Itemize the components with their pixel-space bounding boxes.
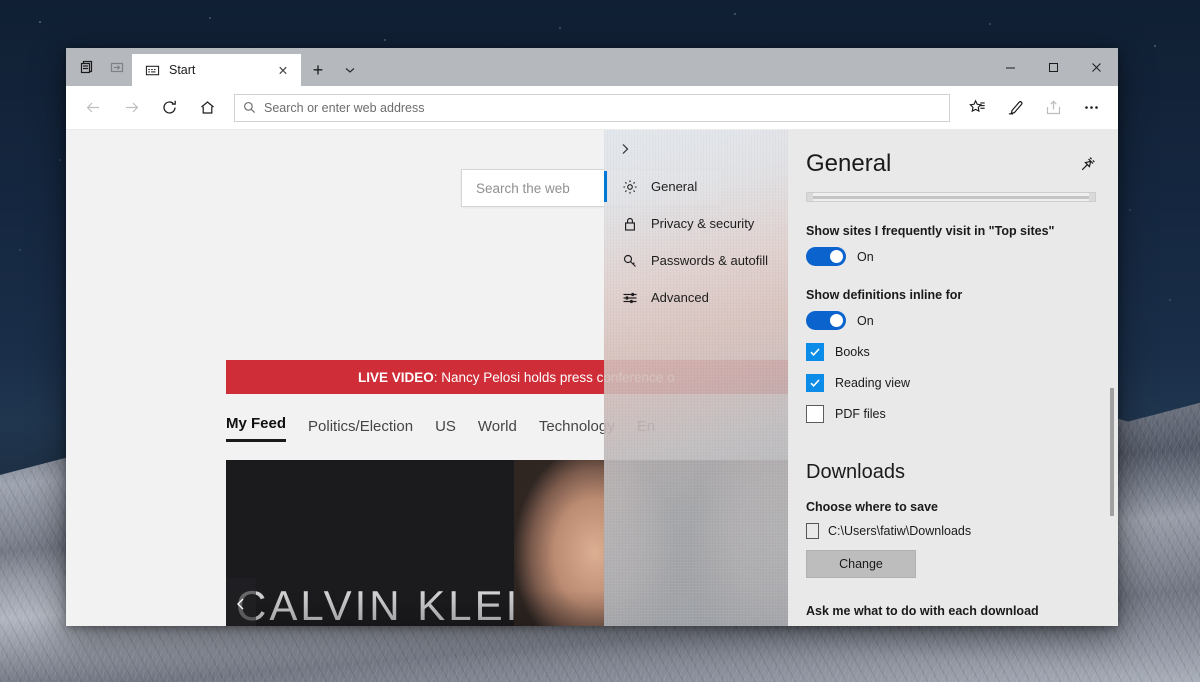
settings-title-row: General bbox=[806, 150, 1096, 178]
key-icon bbox=[621, 252, 638, 269]
feed-tab-world[interactable]: World bbox=[478, 418, 517, 442]
checkbox-row-pdf-files[interactable]: PDF files bbox=[806, 405, 1096, 423]
choose-where-to-save-label: Choose where to save bbox=[806, 500, 938, 514]
ask-each-download-label: Ask me what to do with each download bbox=[806, 604, 1039, 618]
settings-horizontal-scrollbar[interactable] bbox=[806, 192, 1096, 202]
hscroll-thumb[interactable] bbox=[813, 196, 1089, 199]
set-tabs-aside-icon[interactable] bbox=[72, 51, 102, 83]
pin-icon[interactable] bbox=[1079, 150, 1096, 178]
definitions-label: Show definitions inline for bbox=[806, 288, 963, 302]
title-bar: Start ✕ + bbox=[66, 48, 1118, 86]
settings-nav-item-general[interactable]: General bbox=[604, 168, 788, 205]
minimize-button[interactable] bbox=[989, 48, 1032, 86]
top-sites-toggle-state: On bbox=[857, 249, 874, 264]
settings-nav-label-privacy-security: Privacy & security bbox=[651, 216, 755, 231]
desktop: Start ✕ + Search or enter web address Se… bbox=[0, 0, 1200, 682]
books-checkbox[interactable] bbox=[806, 343, 824, 361]
feed-tab-politics-election[interactable]: Politics/Election bbox=[308, 418, 413, 442]
definitions-toggle-state: On bbox=[857, 313, 874, 328]
chevron-down-icon[interactable] bbox=[335, 54, 365, 86]
live-video-prefix: LIVE VIDEO bbox=[358, 369, 434, 385]
top-sites-label: Show sites I frequently visit in "Top si… bbox=[806, 224, 1055, 238]
settings-page-title: General bbox=[806, 150, 892, 177]
top-sites-toggle[interactable] bbox=[806, 247, 846, 266]
reading-view-label: Reading view bbox=[835, 376, 911, 390]
checkbox-row-reading-view[interactable]: Reading view bbox=[806, 374, 1096, 392]
feed-tab-my-feed[interactable]: My Feed bbox=[226, 415, 287, 442]
web-search-placeholder: Search the web bbox=[476, 180, 570, 196]
feed-tab-us[interactable]: US bbox=[435, 418, 456, 442]
settings-detail-content: General Show sites I frequently visit in… bbox=[788, 130, 1118, 626]
tab-strip-left-icons bbox=[66, 48, 132, 86]
settings-nav-label-advanced: Advanced bbox=[651, 290, 709, 305]
settings-nav-item-passwords-autofill[interactable]: Passwords & autofill bbox=[604, 242, 788, 279]
search-icon bbox=[243, 101, 256, 114]
books-label: Books bbox=[835, 345, 870, 359]
vscroll-thumb[interactable] bbox=[1110, 388, 1114, 516]
forward-button[interactable] bbox=[112, 89, 150, 127]
back-button[interactable] bbox=[74, 89, 112, 127]
settings-expand-button[interactable] bbox=[604, 130, 788, 168]
browser-tab[interactable]: Start ✕ bbox=[132, 54, 301, 86]
settings-detail-pane: General Show sites I frequently visit in… bbox=[788, 130, 1118, 626]
make-a-web-note-icon[interactable] bbox=[996, 89, 1034, 127]
checkbox-row-books[interactable]: Books bbox=[806, 343, 1096, 361]
toolbar-right-icons bbox=[958, 89, 1110, 127]
settings-navigation-pane: General Privacy & security Passwords & a… bbox=[604, 130, 788, 626]
window-controls bbox=[989, 48, 1118, 86]
tab-title: Start bbox=[169, 63, 196, 77]
download-path-text: C:\Users\fatiw\Downloads bbox=[828, 524, 972, 538]
refresh-button[interactable] bbox=[150, 89, 188, 127]
pdf-files-label: PDF files bbox=[835, 407, 886, 421]
more-ellipsis-icon[interactable] bbox=[1072, 89, 1110, 127]
settings-flyout: General Privacy & security Passwords & a… bbox=[604, 130, 1118, 626]
folder-icon bbox=[806, 523, 819, 539]
settings-nav-item-advanced[interactable]: Advanced bbox=[604, 279, 788, 316]
new-tab-button[interactable]: + bbox=[301, 54, 335, 86]
definitions-toggle[interactable] bbox=[806, 311, 846, 330]
news-feed-tabs: My Feed Politics/Election US World Techn… bbox=[226, 415, 655, 442]
address-input-placeholder: Search or enter web address bbox=[264, 100, 425, 115]
home-button[interactable] bbox=[188, 89, 226, 127]
browser-window: Start ✕ + Search or enter web address Se… bbox=[66, 48, 1118, 626]
gear-icon bbox=[621, 178, 638, 195]
start-page-icon bbox=[144, 62, 161, 79]
hscroll-right-cap[interactable] bbox=[1089, 193, 1095, 201]
close-button[interactable] bbox=[1075, 48, 1118, 86]
settings-nav-label-general: General bbox=[651, 179, 698, 194]
add-to-favorites-icon[interactable] bbox=[958, 89, 996, 127]
chevron-left-icon[interactable] bbox=[226, 578, 256, 626]
toggle-knob bbox=[830, 314, 843, 327]
page-content: Search the web LIVE VIDEO: Nancy Pelosi … bbox=[66, 130, 1118, 626]
maximize-button[interactable] bbox=[1032, 48, 1075, 86]
close-tab-icon[interactable]: ✕ bbox=[271, 58, 295, 82]
downloads-section-title: Downloads bbox=[806, 461, 905, 483]
share-icon[interactable] bbox=[1034, 89, 1072, 127]
pdf-files-checkbox[interactable] bbox=[806, 405, 824, 423]
settings-nav-item-privacy-security[interactable]: Privacy & security bbox=[604, 205, 788, 242]
settings-vertical-scrollbar[interactable] bbox=[1106, 130, 1118, 626]
lock-icon bbox=[621, 215, 638, 232]
change-download-location-button[interactable]: Change bbox=[806, 550, 916, 578]
definitions-toggle-row: On bbox=[806, 311, 1096, 330]
toggle-knob bbox=[830, 250, 843, 263]
top-sites-toggle-row: On bbox=[806, 247, 1096, 266]
reading-view-checkbox[interactable] bbox=[806, 374, 824, 392]
navigation-toolbar: Search or enter web address bbox=[66, 86, 1118, 130]
settings-nav-label-passwords-autofill: Passwords & autofill bbox=[651, 253, 769, 268]
download-path-row: C:\Users\fatiw\Downloads bbox=[806, 523, 1096, 539]
sliders-icon bbox=[621, 289, 638, 306]
address-bar[interactable]: Search or enter web address bbox=[234, 93, 950, 122]
tabs-you-set-aside-icon[interactable] bbox=[102, 51, 132, 83]
